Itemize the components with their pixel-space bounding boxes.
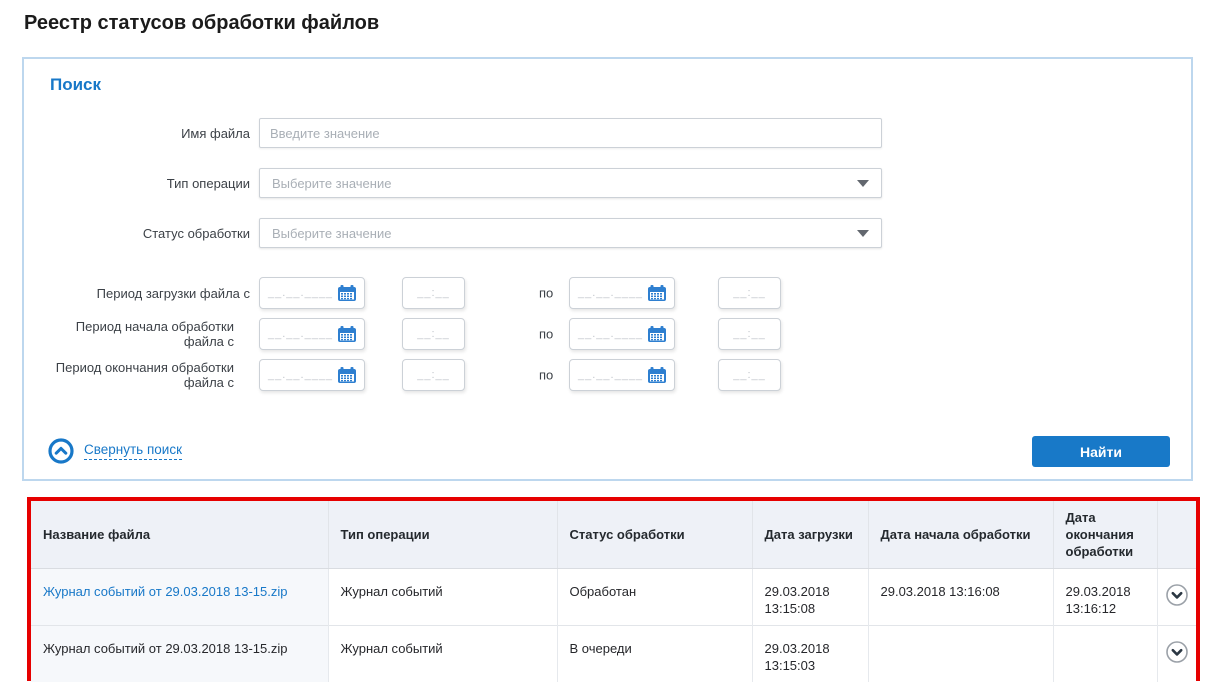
- operation-type-placeholder: Выберите значение: [272, 176, 857, 191]
- operation-type-cell: Журнал событий: [328, 626, 557, 683]
- end-period-row: Период окончания обработки файла с __.__…: [24, 359, 1191, 391]
- expand-cell: [1157, 569, 1196, 626]
- end-period-label: Период окончания обработки файла с: [24, 359, 234, 391]
- page: Реестр статусов обработки файлов Поиск И…: [0, 0, 1215, 693]
- upload-period-row: Период загрузки файла с __.__.____ __:__: [24, 277, 1191, 309]
- find-button[interactable]: Найти: [1032, 436, 1170, 467]
- search-panel: Поиск Имя файла Тип операции Выберите зн…: [22, 57, 1193, 481]
- end-date-to-input[interactable]: __.__.____: [569, 359, 675, 391]
- end-date-cell: [1053, 626, 1157, 683]
- start-time-from-input[interactable]: __:__: [402, 318, 465, 350]
- calendar-icon[interactable]: [648, 285, 666, 301]
- date-mask: __.__.____: [268, 287, 333, 299]
- table-header-row: Название файла Тип операции Статус обраб…: [31, 501, 1196, 569]
- upload-period-label: Период загрузки файла с: [24, 277, 250, 309]
- date-mask: __.__.____: [578, 369, 643, 381]
- column-header-status: Статус обработки: [557, 501, 752, 569]
- operation-type-select[interactable]: Выберите значение: [259, 168, 882, 198]
- results-table-highlight: Название файла Тип операции Статус обраб…: [27, 497, 1200, 681]
- start-period-to-label: по: [539, 327, 553, 342]
- time-mask: __:__: [733, 287, 766, 299]
- calendar-icon[interactable]: [648, 326, 666, 342]
- start-period-label: Период начала обработки файла с: [24, 318, 234, 350]
- column-header-expand: [1157, 501, 1196, 569]
- processing-status-select[interactable]: Выберите значение: [259, 218, 882, 248]
- status-cell: Обработан: [557, 569, 752, 626]
- file-name-label: Имя файла: [24, 118, 250, 148]
- upload-time-from-input[interactable]: __:__: [402, 277, 465, 309]
- time-mask: __:__: [417, 369, 450, 381]
- end-time-to-input[interactable]: __:__: [718, 359, 781, 391]
- chevron-down-icon: [857, 230, 869, 237]
- file-name-cell: Журнал событий от 29.03.2018 13-15.zip: [31, 626, 328, 683]
- start-time-to-input[interactable]: __:__: [718, 318, 781, 350]
- processing-status-label: Статус обработки: [24, 218, 250, 248]
- time-mask: __:__: [733, 328, 766, 340]
- chevron-down-icon: [857, 180, 869, 187]
- table-row: Журнал событий от 29.03.2018 13-15.zip Ж…: [31, 569, 1196, 626]
- start-date-to-input[interactable]: __.__.____: [569, 318, 675, 350]
- column-header-start-date: Дата начала обработки: [868, 501, 1053, 569]
- end-date-from-input[interactable]: __.__.____: [259, 359, 365, 391]
- date-mask: __.__.____: [578, 328, 643, 340]
- upload-date-cell: 29.03.2018 13:15:03: [752, 626, 868, 683]
- results-table: Название файла Тип операции Статус обраб…: [31, 501, 1196, 682]
- column-header-end-date: Дата окончания обработки: [1053, 501, 1157, 569]
- collapse-search[interactable]: Свернуть поиск: [48, 438, 182, 464]
- chevron-up-circle-icon[interactable]: [48, 438, 74, 464]
- page-title: Реестр статусов обработки файлов: [24, 12, 379, 35]
- calendar-icon[interactable]: [338, 326, 356, 342]
- expand-row-button[interactable]: [1165, 583, 1189, 607]
- processing-status-row: Статус обработки Выберите значение: [24, 218, 1191, 248]
- collapse-search-link[interactable]: Свернуть поиск: [84, 442, 182, 460]
- column-header-file-name: Название файла: [31, 501, 328, 569]
- date-mask: __.__.____: [268, 328, 333, 340]
- start-date-from-input[interactable]: __.__.____: [259, 318, 365, 350]
- upload-date-cell: 29.03.2018 13:15:08: [752, 569, 868, 626]
- column-header-operation-type: Тип операции: [328, 501, 557, 569]
- calendar-icon[interactable]: [648, 367, 666, 383]
- time-mask: __:__: [417, 328, 450, 340]
- column-header-upload-date: Дата загрузки: [752, 501, 868, 569]
- operation-type-cell: Журнал событий: [328, 569, 557, 626]
- date-mask: __.__.____: [268, 369, 333, 381]
- status-cell: В очереди: [557, 626, 752, 683]
- upload-time-to-input[interactable]: __:__: [718, 277, 781, 309]
- start-date-cell: [868, 626, 1053, 683]
- time-mask: __:__: [417, 287, 450, 299]
- upload-date-to-input[interactable]: __.__.____: [569, 277, 675, 309]
- file-name-row: Имя файла: [24, 118, 1191, 148]
- expand-cell: [1157, 626, 1196, 683]
- upload-period-to-label: по: [539, 286, 553, 301]
- start-date-cell: 29.03.2018 13:16:08: [868, 569, 1053, 626]
- chevron-down-circle-icon: [1165, 640, 1189, 664]
- time-mask: __:__: [733, 369, 766, 381]
- file-link[interactable]: Журнал событий от 29.03.2018 13-15.zip: [43, 584, 287, 599]
- file-name-input[interactable]: [259, 118, 882, 148]
- table-row: Журнал событий от 29.03.2018 13-15.zip Ж…: [31, 626, 1196, 683]
- expand-row-button[interactable]: [1165, 640, 1189, 664]
- calendar-icon[interactable]: [338, 285, 356, 301]
- end-time-from-input[interactable]: __:__: [402, 359, 465, 391]
- search-panel-title: Поиск: [50, 75, 101, 95]
- operation-type-row: Тип операции Выберите значение: [24, 168, 1191, 198]
- end-period-to-label: по: [539, 368, 553, 383]
- date-mask: __.__.____: [578, 287, 643, 299]
- file-name-cell: Журнал событий от 29.03.2018 13-15.zip: [31, 569, 328, 626]
- end-date-cell: 29.03.2018 13:16:12: [1053, 569, 1157, 626]
- operation-type-label: Тип операции: [24, 168, 250, 198]
- chevron-down-circle-icon: [1165, 583, 1189, 607]
- processing-status-placeholder: Выберите значение: [272, 226, 857, 241]
- upload-date-from-input[interactable]: __.__.____: [259, 277, 365, 309]
- calendar-icon[interactable]: [338, 367, 356, 383]
- start-period-row: Период начала обработки файла с __.__.__…: [24, 318, 1191, 350]
